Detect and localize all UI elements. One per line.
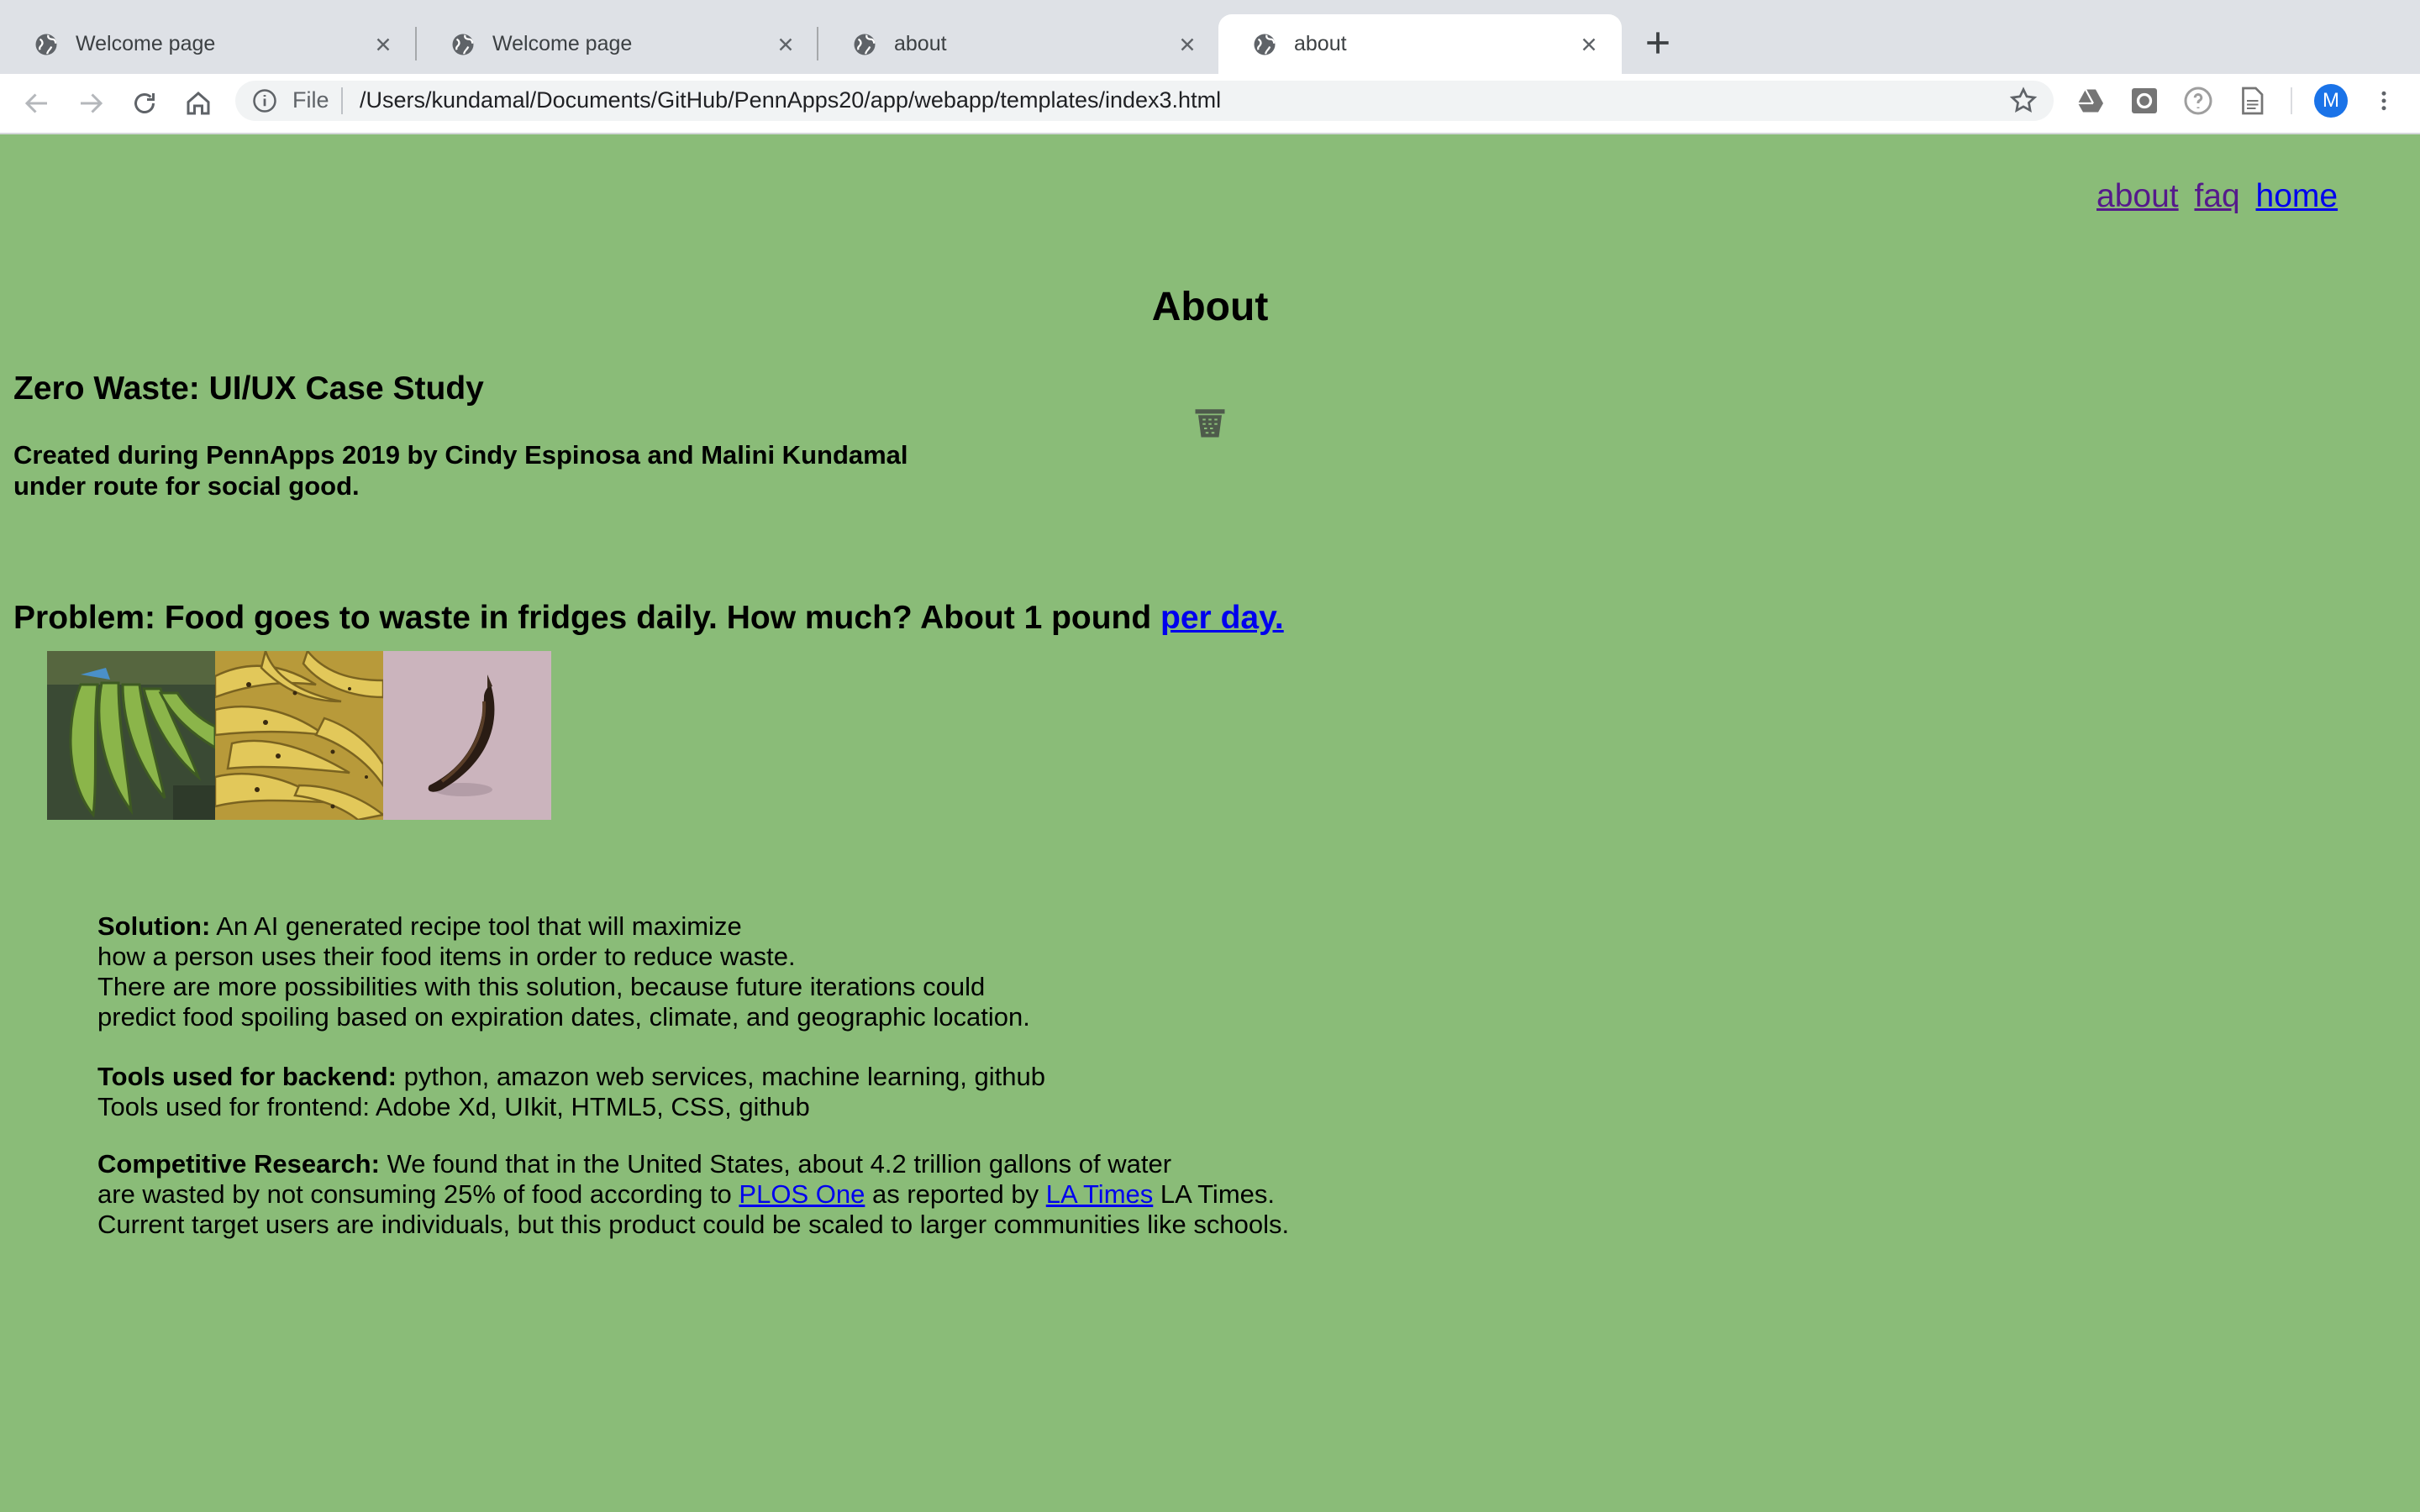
tab-title: Welcome page	[492, 32, 633, 55]
research-paragraph: Competitive Research: We found that in t…	[97, 1149, 1289, 1240]
top-nav: about faq home	[2096, 178, 2344, 215]
profile-avatar[interactable]: M	[2314, 84, 2348, 118]
reload-icon[interactable]	[129, 88, 160, 118]
credits-line: Created during PennApps 2019 by Cindy Es…	[13, 440, 908, 470]
close-icon[interactable]	[372, 34, 394, 55]
new-tab-plus-icon[interactable]	[1642, 27, 1674, 59]
tab-title: about	[894, 32, 947, 55]
page-content: about faq home About Zero Waste: UI/UX C…	[0, 134, 2420, 1512]
globe-icon	[452, 34, 474, 55]
forward-arrow-icon[interactable]	[76, 88, 106, 118]
green-bananas-image	[47, 651, 215, 820]
research-text: are wasted by not consuming 25% of food …	[97, 1179, 732, 1209]
per-day-link[interactable]: per day.	[1160, 600, 1284, 636]
trash-bin-icon	[1195, 409, 1225, 438]
tab-about-1[interactable]: about	[818, 14, 1220, 74]
tab-strip: Welcome page Welcome page about about	[0, 0, 2420, 74]
omnibox-divider	[341, 87, 343, 114]
backend-label: Tools used for backend:	[97, 1062, 397, 1091]
docs-extension-icon[interactable]	[2237, 86, 2267, 116]
close-icon[interactable]	[1578, 34, 1600, 55]
research-text: LA Times.	[1160, 1179, 1275, 1209]
url-scheme-label: File	[292, 87, 329, 113]
research-text: Current target users are individuals, bu…	[97, 1210, 1290, 1239]
help-extension-icon[interactable]	[2183, 86, 2213, 116]
tab-title: Welcome page	[76, 32, 216, 55]
solution-text: An AI generated recipe tool that will ma…	[216, 911, 742, 941]
info-icon[interactable]	[252, 88, 277, 113]
solution-text: predict food spoiling based on expiratio…	[97, 1002, 1030, 1032]
globe-icon	[35, 34, 57, 55]
bookmark-star-icon[interactable]	[2008, 86, 2039, 116]
solution-paragraph: Solution: An AI generated recipe tool th…	[97, 911, 1030, 1032]
tab-welcome-1[interactable]: Welcome page	[0, 14, 416, 74]
problem-text: Problem: Food goes to waste in fridges d…	[13, 600, 1152, 636]
nav-link-about[interactable]: about	[2096, 178, 2179, 214]
plos-one-link[interactable]: PLOS One	[739, 1179, 865, 1209]
nav-link-faq[interactable]: faq	[2194, 178, 2239, 214]
la-times-link[interactable]: LA Times	[1046, 1179, 1154, 1209]
back-arrow-icon[interactable]	[22, 88, 52, 118]
tab-title: about	[1294, 32, 1347, 55]
tab-welcome-2[interactable]: Welcome page	[417, 14, 818, 74]
ripe-bananas-image	[215, 651, 383, 820]
nav-link-home[interactable]: home	[2256, 178, 2338, 214]
tools-paragraph: Tools used for backend: python, amazon w…	[97, 1062, 1045, 1122]
more-menu-icon[interactable]	[2371, 86, 2396, 116]
close-icon[interactable]	[1176, 34, 1198, 55]
page-title: About	[1151, 285, 1269, 329]
globe-icon	[854, 34, 876, 55]
credits-line: under route for social good.	[13, 471, 360, 501]
office-extension-icon[interactable]	[2129, 86, 2160, 116]
solution-text: There are more possibilities with this s…	[97, 972, 986, 1001]
toolbar-divider	[2291, 87, 2292, 114]
solution-text: how a person uses their food items in or…	[97, 942, 796, 971]
home-icon[interactable]	[183, 88, 213, 118]
overripe-banana-image	[383, 651, 551, 820]
problem-heading: Problem: Food goes to waste in fridges d…	[13, 600, 1284, 637]
globe-icon	[1254, 34, 1276, 55]
drive-extension-icon[interactable]	[2075, 86, 2106, 116]
credits-text: Created during PennApps 2019 by Cindy Es…	[13, 439, 908, 501]
backend-text: python, amazon web services, machine lea…	[403, 1062, 1045, 1091]
case-study-subtitle: Zero Waste: UI/UX Case Study	[13, 370, 484, 407]
research-text: as reported by	[871, 1179, 1039, 1209]
url-text[interactable]: /Users/kundamal/Documents/GitHub/PennApp…	[360, 87, 1221, 113]
solution-label: Solution:	[97, 911, 211, 941]
close-icon[interactable]	[775, 34, 797, 55]
research-label: Competitive Research:	[97, 1149, 380, 1179]
tab-about-active[interactable]: about	[1218, 14, 1622, 74]
frontend-text: Tools used for frontend: Adobe Xd, UIkit…	[97, 1092, 810, 1121]
research-text: We found that in the United States, abou…	[387, 1149, 1172, 1179]
